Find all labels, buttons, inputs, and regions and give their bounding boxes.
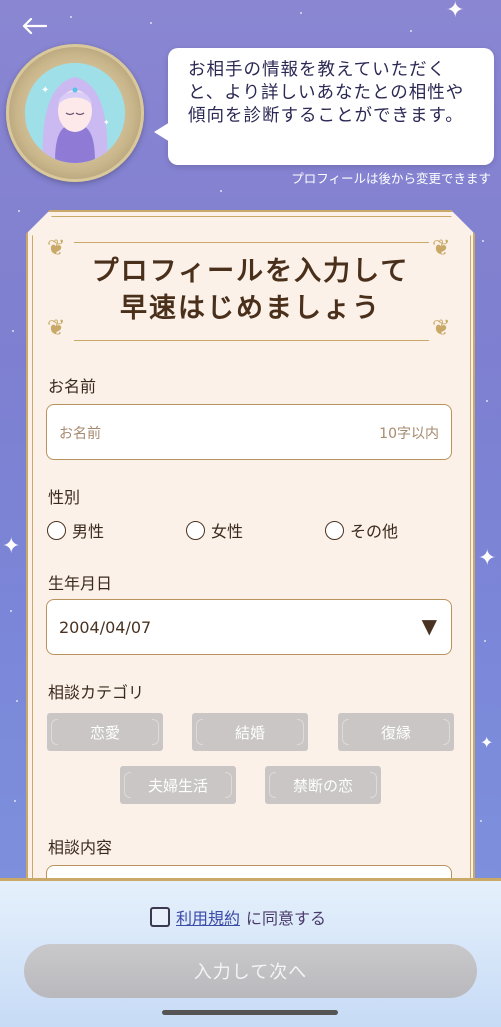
terms-agreement[interactable]: 利用規約 に同意する [150, 905, 326, 929]
gender-option-male[interactable]: 男性 [47, 518, 104, 542]
fortune-teller-avatar: ✦ ✦ [25, 63, 125, 163]
radio-icon [325, 520, 344, 540]
radio-icon [186, 520, 205, 540]
gender-option-label: 男性 [72, 522, 105, 541]
home-indicator [162, 1010, 338, 1015]
category-chip[interactable]: 結婚 [192, 713, 308, 751]
card-title-line1: プロフィールを入力して [91, 256, 410, 287]
gender-label: 性別 [48, 488, 81, 507]
category-chip[interactable]: 復縁 [338, 713, 454, 751]
checkbox-icon[interactable] [150, 907, 170, 927]
svg-text:✦: ✦ [41, 85, 49, 96]
svg-text:✦: ✦ [103, 118, 110, 127]
dropdown-triangle-icon: ▼ [421, 614, 437, 638]
gender-option-other[interactable]: その他 [325, 518, 398, 542]
terms-link[interactable]: 利用規約 [176, 905, 240, 929]
category-label: 相談カテゴリ [48, 683, 145, 702]
title-divider [74, 340, 429, 341]
profile-note: プロフィールは後から変更できます [291, 171, 491, 186]
card-title: プロフィールを入力して 早速はじめましょう [50, 253, 451, 327]
speech-text: お相手の情報を教えていただくと、より詳しいあなたとの相性や傾向を診断することがで… [188, 60, 465, 126]
back-arrow-icon [22, 17, 47, 35]
birth-label: 生年月日 [48, 574, 113, 593]
name-input[interactable]: お名前 10字以内 [46, 404, 452, 460]
gender-option-label: その他 [350, 522, 399, 541]
radio-icon [47, 520, 66, 540]
sparkle-icon: ✦ [478, 546, 497, 571]
name-limit: 10字以内 [379, 426, 439, 442]
card-title-line2: 早速はじめましょう [120, 293, 381, 324]
next-button[interactable]: 入力して次へ [24, 944, 477, 998]
birth-date-value: 2004/04/07 [59, 618, 152, 637]
fortune-teller-avatar-frame: ✦ ✦ [6, 44, 144, 182]
name-label: お名前 [48, 377, 97, 396]
category-chip[interactable]: 禁断の恋 [265, 766, 381, 804]
sparkle-icon: ✦ [446, 0, 465, 23]
gender-option-female[interactable]: 女性 [186, 518, 243, 542]
gender-option-label: 女性 [211, 522, 244, 541]
category-chip[interactable]: 恋愛 [47, 713, 163, 751]
content-label: 相談内容 [48, 838, 113, 857]
sparkle-icon: ✦ [480, 733, 494, 752]
title-divider [74, 242, 429, 243]
back-button[interactable] [18, 12, 50, 40]
name-placeholder: お名前 [59, 426, 101, 442]
terms-suffix: に同意する [246, 909, 327, 928]
birth-date-select[interactable]: 2004/04/07 ▼ [46, 599, 452, 655]
speech-bubble: お相手の情報を教えていただくと、より詳しいあなたとの相性や傾向を診断することがで… [154, 48, 494, 165]
category-chip[interactable]: 夫婦生活 [120, 766, 236, 804]
sparkle-icon: ✦ [2, 534, 21, 559]
